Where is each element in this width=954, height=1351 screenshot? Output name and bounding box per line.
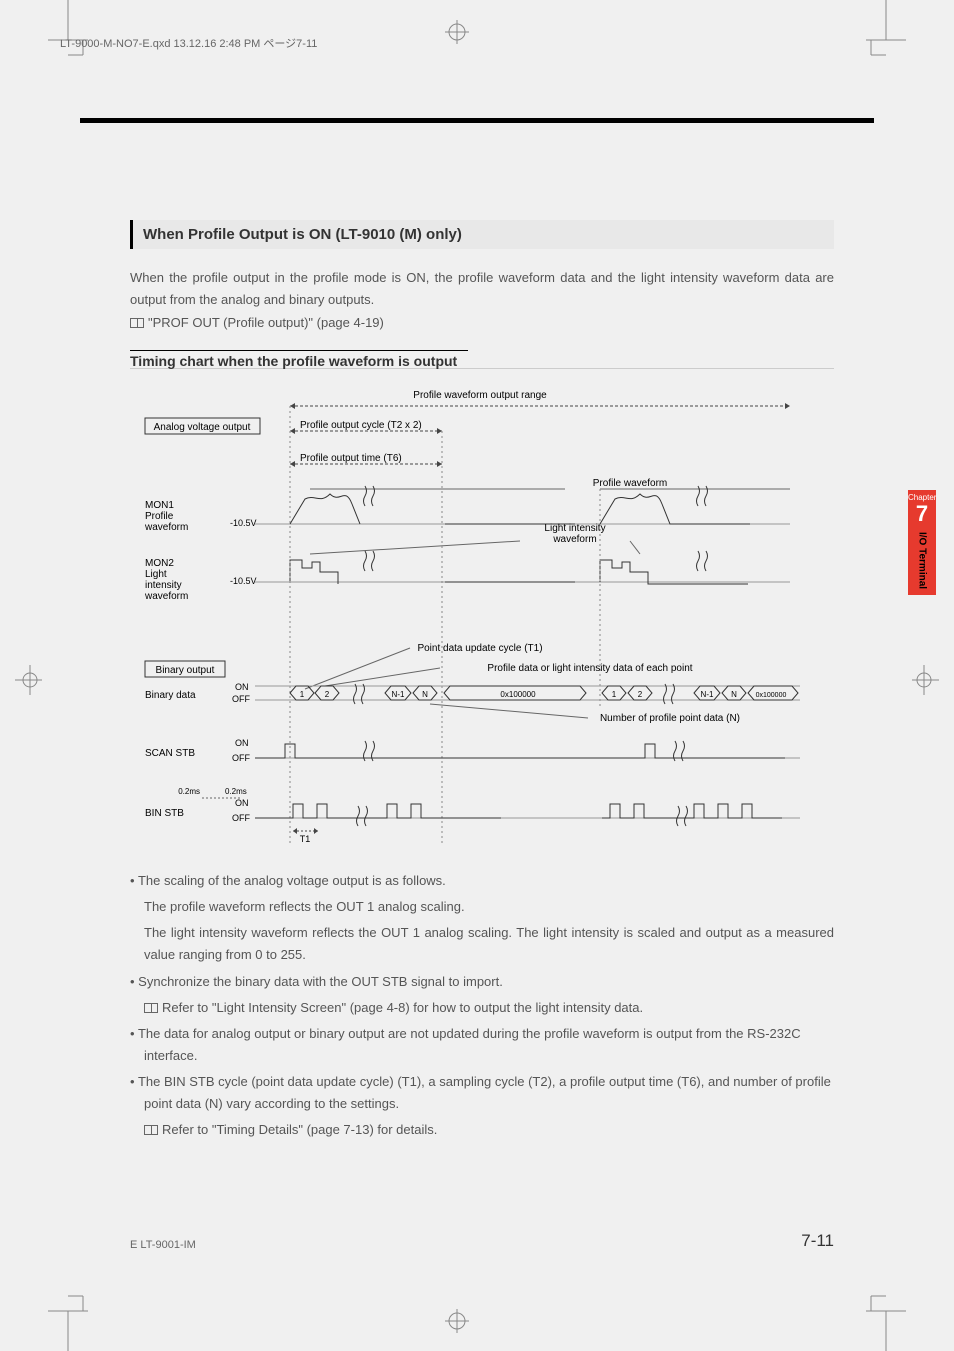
bullet-list: Synchronize the binary data with the OUT… (130, 971, 834, 993)
svg-text:Profile output time (T6): Profile output time (T6) (300, 453, 402, 464)
registration-mark-bottom (445, 1309, 469, 1333)
book-icon (130, 318, 144, 328)
header-rule (80, 118, 874, 123)
svg-text:Profile waveform output range: Profile waveform output range (413, 390, 547, 401)
svg-text:N-1: N-1 (701, 690, 714, 699)
svg-text:MON1Profilewaveform: MON1Profilewaveform (144, 500, 188, 533)
book-icon (144, 1003, 158, 1013)
bullet-list: The data for analog output or binary out… (130, 1023, 834, 1115)
svg-text:ON: ON (235, 798, 249, 808)
footer-doc-id: E LT-9001-IM (130, 1239, 196, 1251)
crop-mark (48, 1291, 88, 1351)
svg-text:N-1: N-1 (392, 690, 405, 699)
svg-text:1: 1 (300, 690, 305, 699)
list-ref: Refer to "Timing Details" (page 7-13) fo… (130, 1119, 834, 1141)
svg-text:OFF: OFF (232, 694, 250, 704)
registration-mark (912, 660, 952, 705)
list-item: The scaling of the analog voltage output… (130, 870, 834, 892)
svg-text:Profile data or light intensit: Profile data or light intensity data of … (487, 663, 692, 674)
header-file-info: LT-9000-M-NO7-E.qxd 13.12.16 2:48 PM ページ… (60, 35, 317, 51)
svg-text:Profile output cycle (T2 x 2): Profile output cycle (T2 x 2) (300, 420, 422, 431)
crop-mark (48, 0, 88, 60)
ref-text: "PROF OUT (Profile output)" (page 4-19) (148, 315, 384, 330)
bullet-list: The scaling of the analog voltage output… (130, 870, 834, 892)
svg-text:SCAN STB: SCAN STB (145, 748, 195, 759)
registration-mark-top (445, 20, 469, 44)
svg-text:Binary data: Binary data (145, 690, 196, 701)
list-subtext: The profile waveform reflects the OUT 1 … (130, 896, 834, 918)
svg-text:T1: T1 (300, 834, 311, 844)
svg-text:N: N (731, 690, 737, 699)
svg-text:Number of profile point data (: Number of profile point data (N) (600, 713, 740, 724)
svg-text:0x100000: 0x100000 (756, 692, 787, 699)
subsection-title: Timing chart when the profile waveform i… (130, 350, 468, 369)
list-item: The data for analog output or binary out… (130, 1023, 834, 1067)
svg-text:-10.5V: -10.5V (230, 576, 257, 586)
registration-mark (2, 660, 42, 705)
list-ref: Refer to "Light Intensity Screen" (page … (130, 997, 834, 1019)
svg-text:OFF: OFF (232, 753, 250, 763)
section-intro: When the profile output in the profile m… (130, 267, 834, 311)
svg-text:1: 1 (612, 690, 617, 699)
svg-text:Binary output: Binary output (156, 665, 215, 676)
svg-text:-10.5V: -10.5V (230, 518, 257, 528)
svg-text:BIN STB: BIN STB (145, 808, 184, 819)
svg-text:2: 2 (638, 690, 643, 699)
svg-text:2: 2 (325, 690, 330, 699)
book-icon (144, 1125, 158, 1135)
list-item: The BIN STB cycle (point data update cyc… (130, 1071, 834, 1115)
svg-text:0.2ms: 0.2ms (178, 787, 200, 796)
page-footer: E LT-9001-IM 7-11 (130, 1231, 834, 1251)
svg-text:Light intensitywaveform: Light intensitywaveform (544, 523, 605, 545)
chapter-name: I/O Terminal (917, 532, 928, 589)
list-subtext: The light intensity waveform reflects th… (130, 922, 834, 966)
list-item: Synchronize the binary data with the OUT… (130, 971, 834, 993)
crop-mark (866, 1291, 906, 1351)
section-title: When Profile Output is ON (LT-9010 (M) o… (130, 220, 834, 249)
crop-mark (866, 0, 906, 60)
svg-text:N: N (422, 690, 428, 699)
svg-text:0.2ms: 0.2ms (225, 787, 247, 796)
svg-text:ON: ON (235, 738, 249, 748)
svg-text:0x100000: 0x100000 (500, 690, 536, 699)
svg-text:OFF: OFF (232, 813, 250, 823)
svg-text:ON: ON (235, 682, 249, 692)
chapter-number: 7 (908, 502, 936, 526)
timing-diagram: Profile waveform output range Analog vol… (130, 386, 834, 856)
footer-page-number: 7-11 (801, 1231, 834, 1251)
svg-text:MON2Lightintensitywaveform: MON2Lightintensitywaveform (144, 558, 188, 602)
svg-text:Profile waveform: Profile waveform (593, 478, 667, 489)
svg-text:Point data update cycle (T1): Point data update cycle (T1) (417, 643, 542, 654)
reference-line: "PROF OUT (Profile output)" (page 4-19) (130, 315, 834, 330)
chapter-tab: Chapter 7 I/O Terminal (908, 490, 936, 595)
svg-text:Analog voltage output: Analog voltage output (154, 422, 251, 433)
